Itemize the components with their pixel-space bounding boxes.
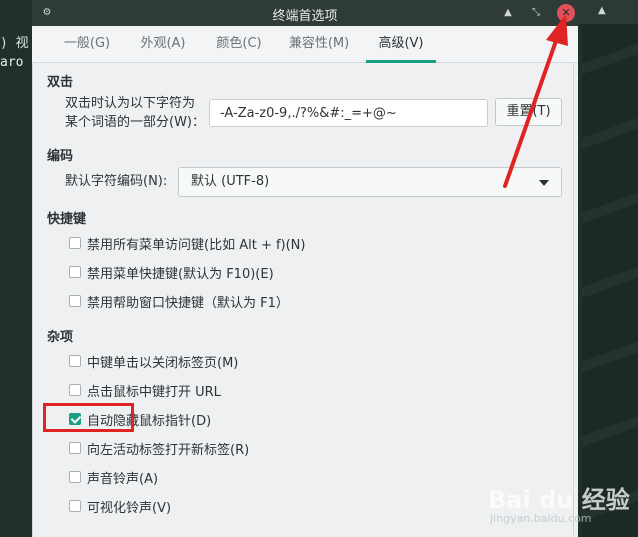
watermark-url: jingyan.baidu.com (490, 512, 592, 525)
arrow-shaft (503, 36, 559, 188)
arrow-head (546, 14, 568, 46)
annotation-arrow (503, 14, 568, 188)
watermark-logo: Bai du 经验 (488, 486, 630, 514)
